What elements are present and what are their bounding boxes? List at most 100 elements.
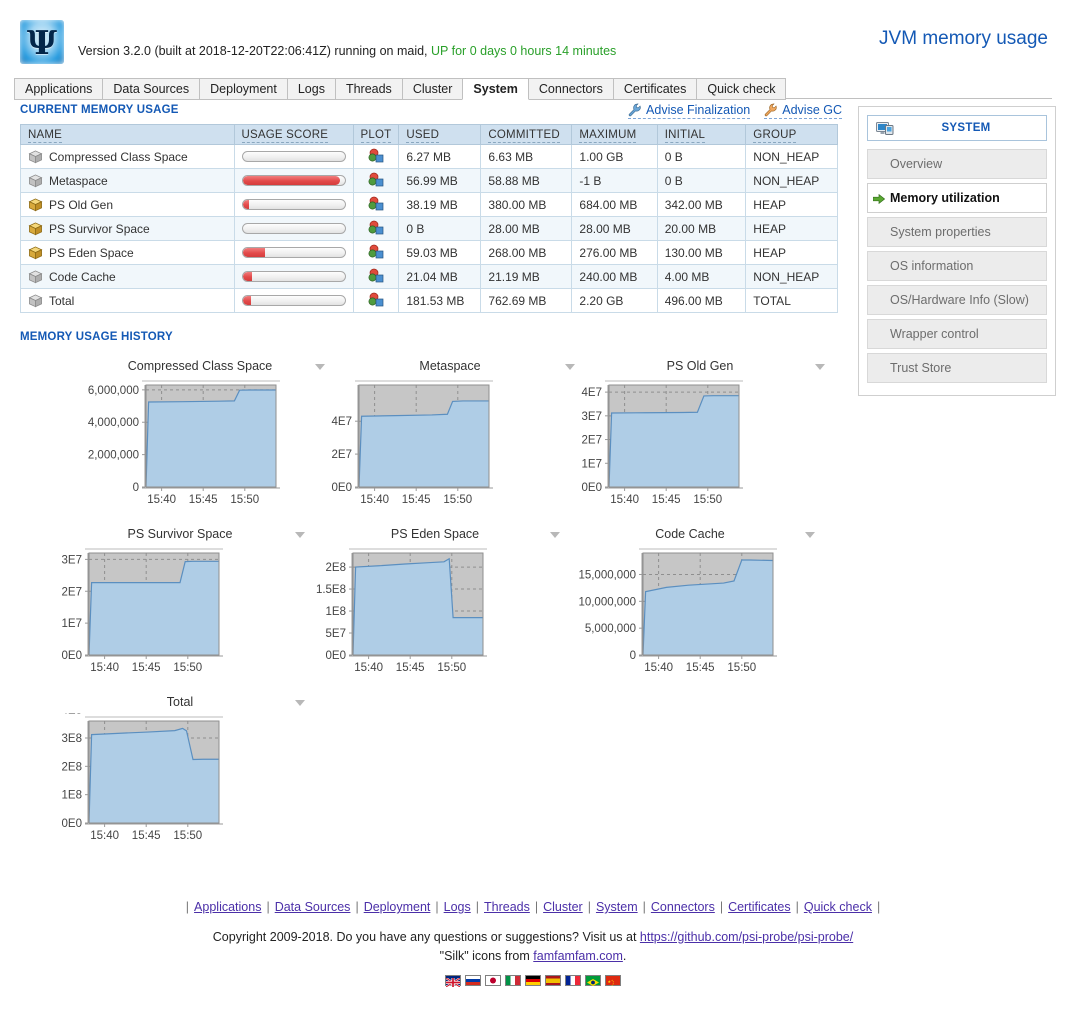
memory-pool-name: Total [49, 293, 75, 308]
table-row: Code Cache 21.04 MB 21.19 MB 240.00 MB 4.00 … [20, 264, 838, 289]
plot-chart-icon[interactable] [368, 268, 384, 283]
usage-score-bar [241, 247, 346, 258]
menu-item-trust-store[interactable]: Trust Store [867, 353, 1047, 383]
chart-options-chevron-down-icon[interactable] [815, 364, 825, 370]
tab-connectors[interactable]: Connectors [527, 78, 614, 100]
footer-link-deployment[interactable]: Deployment [359, 900, 436, 914]
tab-applications[interactable]: Applications [14, 78, 104, 100]
menu-item-os-information[interactable]: OS information [867, 251, 1047, 281]
version-info: Version 3.2.0 (built at 2018-12-20T22:06… [78, 44, 616, 58]
cell-plot[interactable] [352, 288, 400, 313]
tab-deployment[interactable]: Deployment [199, 78, 288, 100]
column-header-maximum[interactable]: MAXIMUM [571, 124, 658, 145]
cell-used: 59.03 MB [398, 240, 482, 265]
y-axis-tick-label: 0E0 [582, 482, 602, 494]
tab-quick-check[interactable]: Quick check [696, 78, 787, 100]
cell-plot[interactable] [352, 216, 400, 241]
uptime-text: UP for 0 days 0 hours 14 minutes [431, 44, 617, 58]
footer-link-logs[interactable]: Logs [439, 900, 476, 914]
chart-options-chevron-down-icon[interactable] [550, 532, 560, 538]
tab-certificates[interactable]: Certificates [612, 78, 698, 100]
column-header-used[interactable]: USED [398, 124, 482, 145]
menu-item-overview[interactable]: Overview [867, 149, 1047, 179]
menu-item-os-hardware-info-slow-[interactable]: OS/Hardware Info (Slow) [867, 285, 1047, 315]
footer-link-data-sources[interactable]: Data Sources [270, 900, 356, 914]
advise-gc-link[interactable]: Advise GC [764, 103, 842, 119]
column-header-usage-score[interactable]: USAGE SCORE [233, 124, 354, 145]
chart-options-chevron-down-icon[interactable] [295, 532, 305, 538]
usage-score-bar [241, 271, 346, 282]
chart-options-chevron-down-icon[interactable] [805, 532, 815, 538]
flag-uk-icon[interactable] [445, 975, 461, 988]
cell-plot[interactable] [352, 144, 400, 169]
menu-item-system-properties[interactable]: System properties [867, 217, 1047, 247]
tab-system[interactable]: System [462, 78, 529, 100]
column-header-name[interactable]: NAME [20, 124, 235, 145]
footer-nav: | Applications | Data Sources | Deployment | Lo… [0, 900, 1066, 914]
flag-germany-icon[interactable] [525, 975, 541, 986]
flag-france-icon[interactable] [565, 975, 581, 986]
tab-threads[interactable]: Threads [334, 78, 403, 100]
tab-logs[interactable]: Logs [286, 78, 336, 100]
y-axis-tick-label: 0 [133, 482, 139, 494]
column-header-plot[interactable]: PLOT [352, 124, 400, 145]
silk-icons-line: "Silk" icons from famfamfam.com. [0, 949, 1066, 963]
memory-pool-name: Metaspace [49, 173, 108, 188]
chart-options-chevron-down-icon[interactable] [295, 700, 305, 706]
cell-plot[interactable] [352, 168, 400, 193]
flag-china-icon[interactable]: ★ ★ ★ ★ ★ [605, 975, 621, 987]
footer-link-quick-check[interactable]: Quick check [799, 900, 877, 914]
footer-link-cluster[interactable]: Cluster [538, 900, 588, 914]
menu-item-memory-utilization[interactable]: Memory utilization [867, 183, 1047, 213]
name-cell-content: Code Cache [28, 270, 227, 284]
flag-japan-icon[interactable] [485, 975, 501, 986]
footer-link-threads[interactable]: Threads [479, 900, 535, 914]
page-title: JVM memory usage [879, 28, 1048, 49]
cell-plot[interactable] [352, 192, 400, 217]
usage-score-fill [242, 176, 341, 185]
menu-item-label: OS information [890, 259, 974, 273]
memory-actions: Advise Finalization Advise GC [628, 103, 842, 119]
column-header-committed[interactable]: COMMITTED [480, 124, 573, 145]
github-link[interactable]: https://github.com/psi-probe/psi-probe/ [640, 930, 853, 944]
plot-chart-icon[interactable] [368, 292, 384, 307]
menu-item-wrapper-control[interactable]: Wrapper control [867, 319, 1047, 349]
plot-chart-icon[interactable] [368, 244, 384, 259]
gold-cube-icon [28, 198, 43, 212]
column-header-initial[interactable]: INITIAL [656, 124, 747, 145]
y-axis-tick-label: 2E8 [62, 761, 82, 773]
flag-brazil-icon[interactable] [585, 975, 601, 986]
footer-link-applications[interactable]: Applications [189, 900, 266, 914]
y-axis-tick-label: 10,000,000 [578, 596, 636, 608]
cell-used: 0 B [398, 216, 482, 241]
chart-options-chevron-down-icon[interactable] [315, 364, 325, 370]
chart-title: Total [166, 695, 194, 709]
tab-data-sources[interactable]: Data Sources [102, 78, 201, 100]
flag-spain-icon[interactable] [545, 975, 561, 986]
footer-link-connectors[interactable]: Connectors [646, 900, 720, 914]
footer-link-system[interactable]: System [591, 900, 643, 914]
advise-finalization-link[interactable]: Advise Finalization [628, 103, 751, 119]
usage-score-bar [241, 151, 346, 162]
cell-committed: 21.19 MB [480, 264, 573, 289]
chart-options-chevron-down-icon[interactable] [565, 364, 575, 370]
flag-italy-icon[interactable] [505, 975, 521, 986]
plot-chart-icon[interactable] [368, 172, 384, 187]
plot-chart-icon[interactable] [368, 196, 384, 211]
y-axis-tick-label: 3E8 [62, 733, 82, 745]
usage-score-bar [241, 223, 346, 234]
right-column: SYSTEM Overview Memory utilization System … [858, 106, 1056, 396]
flag-russia-icon[interactable] [465, 975, 481, 986]
famfamfam-link[interactable]: famfamfam.com [533, 949, 623, 963]
y-axis-tick-label: 2E8 [326, 562, 346, 574]
chart-title-row: Compressed Class Space [75, 359, 325, 377]
tab-cluster[interactable]: Cluster [401, 78, 464, 100]
cell-plot[interactable] [352, 264, 400, 289]
plot-chart-icon[interactable] [368, 220, 384, 235]
cell-plot[interactable] [352, 240, 400, 265]
plot-chart-icon[interactable] [368, 148, 384, 163]
footer-link-certificates[interactable]: Certificates [723, 900, 796, 914]
menu-item-label: Wrapper control [890, 327, 979, 341]
column-header-group[interactable]: GROUP [745, 124, 838, 145]
cell-maximum: -1 B [571, 168, 658, 193]
